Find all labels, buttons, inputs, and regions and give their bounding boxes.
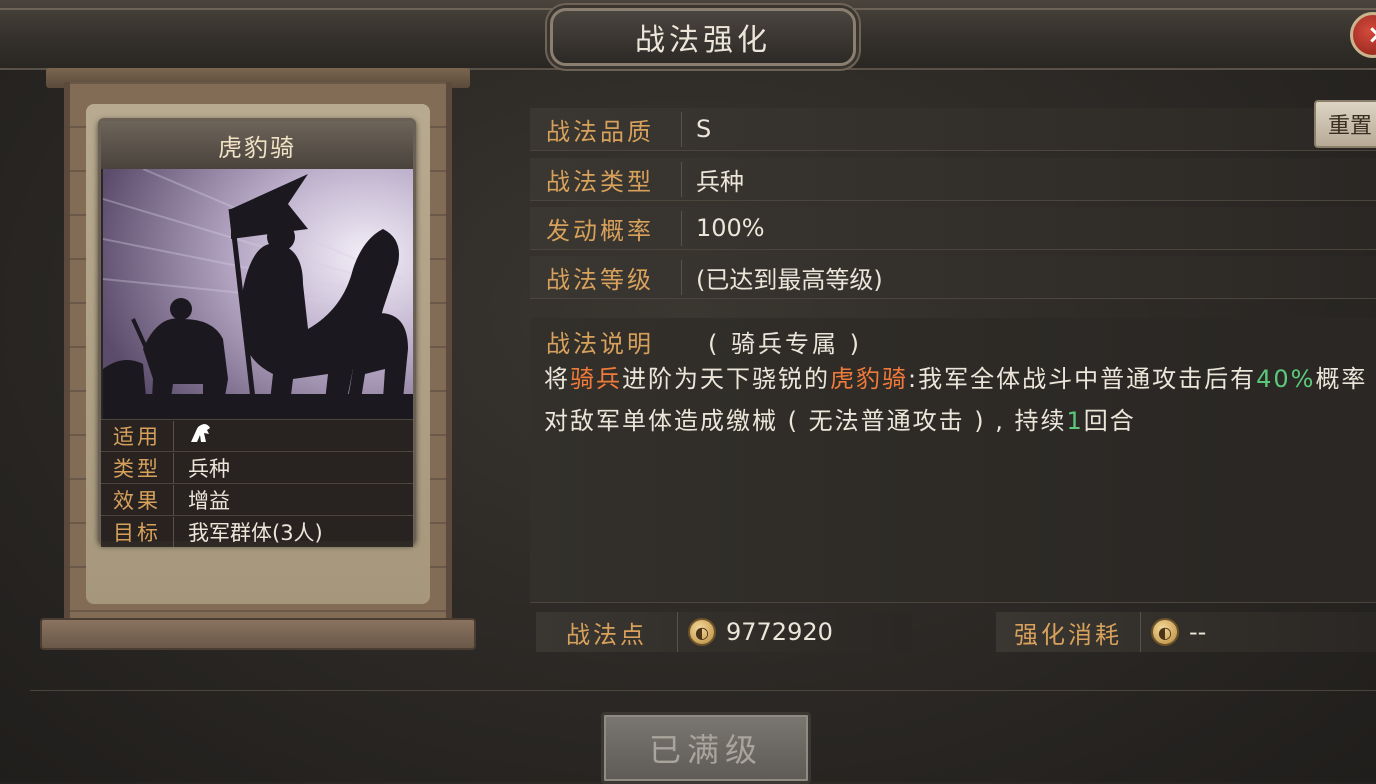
desc-part: 回合 [1083, 407, 1136, 435]
description-box: 战法说明 ( 骑兵专属 ) 将骑兵进阶为天下骁锐的虎豹骑:我军全体战斗中普通攻击… [530, 318, 1376, 603]
info-row-target: 目标 我军群体(3人) [101, 515, 413, 547]
upgrade-cost-label: 强化消耗 [996, 612, 1141, 652]
desc-part: 将 [544, 365, 570, 393]
info-key: 类型 [101, 452, 174, 483]
upgrade-cost: 强化消耗 ◐ -- [996, 612, 1376, 652]
desc-highlight: 骑兵 [570, 365, 622, 393]
stat-value: 兵种 [696, 167, 744, 196]
stat-key: 战法等级 [530, 259, 682, 295]
description-title: 战法说明 [546, 330, 654, 358]
info-row-type: 类型 兵种 [101, 451, 413, 483]
info-key: 目标 [101, 516, 174, 547]
cavalry-charge-illustration [103, 169, 413, 419]
desc-highlight: 40% [1256, 365, 1316, 393]
skill-art [103, 169, 413, 419]
stat-value: (已达到最高等级) [696, 265, 883, 294]
stat-key: 发动概率 [530, 210, 682, 246]
stat-row-type: 战法类型 兵种 [530, 158, 1376, 201]
skill-card[interactable]: 虎豹骑 适用 类型 兵种 效果 增益 目标 我军群体(3人) [98, 118, 416, 547]
coin-icon: ◐ [1151, 618, 1179, 646]
close-button[interactable]: × [1350, 12, 1376, 58]
info-row-effect: 效果 增益 [101, 483, 413, 515]
stat-row-rate: 发动概率 100% [530, 207, 1376, 250]
info-value: 我军群体(3人) [188, 520, 323, 545]
info-key: 效果 [101, 484, 174, 515]
info-value [174, 422, 212, 449]
stat-key: 战法品质 [530, 111, 682, 147]
reset-button[interactable]: 重置 [1314, 100, 1376, 148]
stat-key: 战法类型 [530, 161, 682, 197]
info-row-apply: 适用 [101, 419, 413, 451]
skill-points-label: 战法点 [536, 612, 678, 652]
desc-highlight: 1 [1066, 407, 1084, 435]
desc-highlight: 虎豹骑 [830, 365, 908, 393]
stat-row-level: 战法等级 (已达到最高等级) [530, 256, 1376, 299]
desc-part: :我军全体战斗中普通攻击后有 [908, 365, 1257, 393]
upgrade-cost-value: -- [1189, 618, 1207, 646]
coin-icon: ◐ [688, 618, 716, 646]
footer-divider [30, 690, 1376, 691]
desc-part: 进阶为天下骁锐的 [622, 365, 830, 393]
description-subtitle: ( 骑兵专属 ) [708, 330, 862, 358]
stat-value: 100% [696, 214, 765, 242]
title-bar: 战法强化 × [0, 0, 1376, 70]
description-text: 将骑兵进阶为天下骁锐的虎豹骑:我军全体战斗中普通攻击后有40%概率对敌军单体造成… [544, 358, 1376, 442]
skill-points: 战法点 ◐ 9772920 [536, 612, 912, 652]
info-value: 兵种 [188, 456, 230, 481]
stat-row-quality: 战法品质 S [530, 108, 1376, 151]
info-value: 增益 [188, 488, 230, 513]
skill-points-value: 9772920 [726, 618, 833, 646]
close-icon: × [1367, 20, 1376, 50]
skill-info-table: 适用 类型 兵种 效果 增益 目标 我军群体(3人) [101, 419, 413, 547]
max-level-button[interactable]: 已满级 [601, 712, 811, 784]
window-title: 战法强化 [635, 23, 771, 58]
skill-name: 虎豹骑 [101, 121, 413, 169]
stat-value: S [696, 115, 712, 143]
scroll-rod-bottom [40, 618, 476, 650]
cavalry-icon [191, 424, 210, 442]
info-key: 适用 [101, 420, 174, 451]
title-plate: 战法强化 [550, 8, 856, 66]
